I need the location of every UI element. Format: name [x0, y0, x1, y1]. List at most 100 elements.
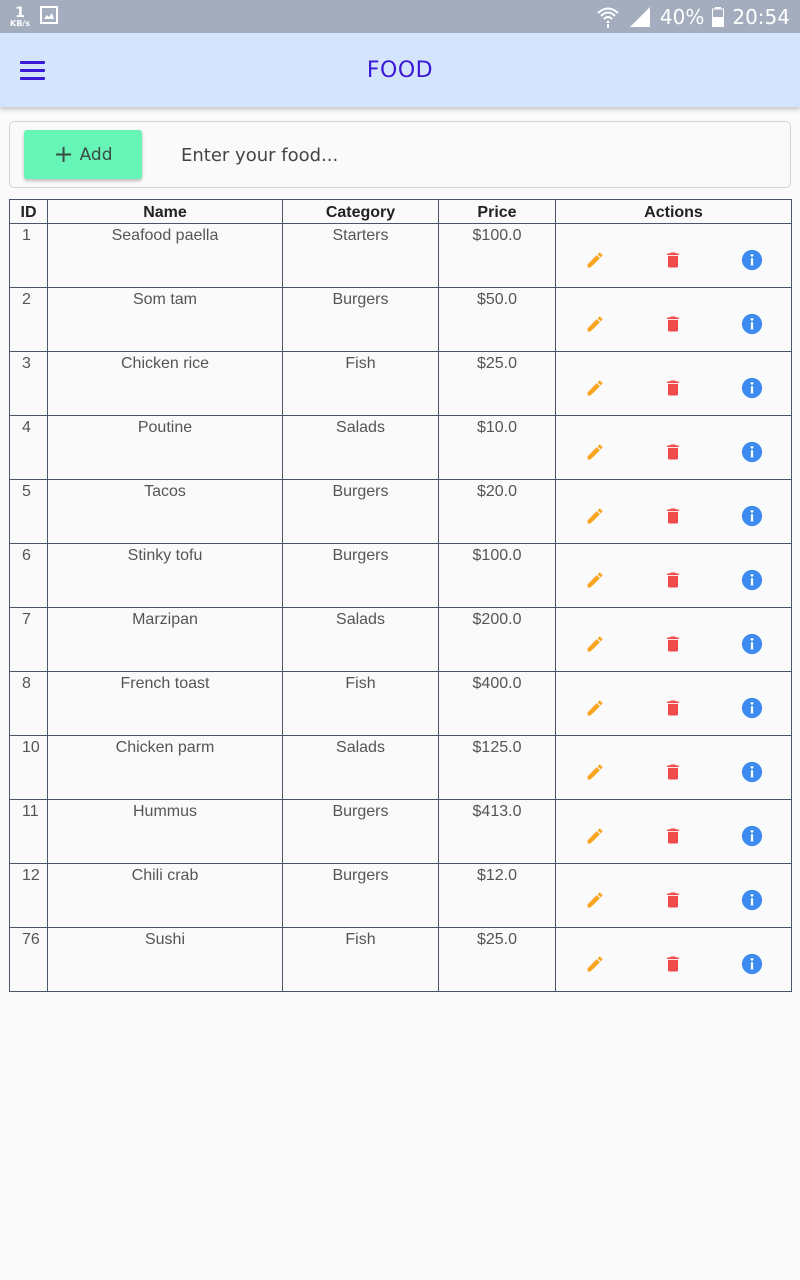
- cell-category: Salads: [282, 607, 439, 672]
- info-icon[interactable]: [737, 245, 767, 275]
- table-row: 3 Chicken rice Fish $25.0: [9, 351, 792, 416]
- battery-icon: [712, 6, 725, 27]
- cell-name: Chicken parm: [47, 735, 283, 800]
- plus-icon: +: [53, 139, 74, 168]
- table-row: 6 Stinky tofu Burgers $100.0: [9, 543, 792, 608]
- edit-pencil-icon[interactable]: [580, 565, 610, 595]
- header-category: Category: [282, 199, 439, 224]
- cell-price: $12.0: [438, 863, 556, 928]
- cell-id: 7: [9, 607, 48, 672]
- info-icon[interactable]: [737, 629, 767, 659]
- info-icon[interactable]: [737, 693, 767, 723]
- edit-pencil-icon[interactable]: [580, 437, 610, 467]
- edit-pencil-icon[interactable]: [580, 885, 610, 915]
- row-actions: [556, 483, 791, 543]
- header-price: Price: [438, 199, 556, 224]
- edit-pencil-icon[interactable]: [580, 309, 610, 339]
- delete-trash-icon[interactable]: [658, 949, 688, 979]
- cell-name: Som tam: [47, 287, 283, 352]
- food-table: ID Name Category Price Actions 1 Seafood …: [9, 199, 792, 992]
- cell-actions: [555, 351, 792, 416]
- delete-trash-icon[interactable]: [658, 565, 688, 595]
- cell-name: Poutine: [47, 415, 283, 480]
- image-notification-icon: [39, 5, 58, 28]
- edit-pencil-icon[interactable]: [580, 501, 610, 531]
- table-row: 8 French toast Fish $400.0: [9, 671, 792, 736]
- cell-name: Chili crab: [47, 863, 283, 928]
- cell-category: Burgers: [282, 863, 439, 928]
- header-id: ID: [9, 199, 48, 224]
- cell-id: 1: [9, 223, 48, 288]
- cell-price: $125.0: [438, 735, 556, 800]
- signal-icon: [628, 6, 652, 28]
- status-bar: 1 KB/s 40% 20:54: [0, 0, 800, 33]
- row-actions: [556, 355, 791, 415]
- cell-price: $200.0: [438, 607, 556, 672]
- info-icon[interactable]: [737, 949, 767, 979]
- delete-trash-icon[interactable]: [658, 629, 688, 659]
- row-actions: [556, 291, 791, 351]
- edit-pencil-icon[interactable]: [580, 373, 610, 403]
- delete-trash-icon[interactable]: [658, 821, 688, 851]
- cell-name: French toast: [47, 671, 283, 736]
- add-button[interactable]: + Add: [24, 130, 142, 179]
- edit-pencil-icon[interactable]: [580, 629, 610, 659]
- info-icon[interactable]: [737, 757, 767, 787]
- edit-pencil-icon[interactable]: [580, 949, 610, 979]
- cell-id: 3: [9, 351, 48, 416]
- cell-actions: [555, 543, 792, 608]
- info-icon[interactable]: [737, 885, 767, 915]
- table-row: 1 Seafood paella Starters $100.0: [9, 223, 792, 288]
- battery-percent: 40%: [659, 4, 705, 29]
- info-icon[interactable]: [737, 373, 767, 403]
- cell-category: Burgers: [282, 543, 439, 608]
- food-input[interactable]: [175, 136, 765, 174]
- cell-actions: [555, 607, 792, 672]
- edit-pencil-icon[interactable]: [580, 821, 610, 851]
- cell-price: $50.0: [438, 287, 556, 352]
- delete-trash-icon[interactable]: [658, 309, 688, 339]
- edit-pencil-icon[interactable]: [580, 245, 610, 275]
- edit-pencil-icon[interactable]: [580, 693, 610, 723]
- cell-price: $25.0: [438, 351, 556, 416]
- info-icon[interactable]: [737, 437, 767, 467]
- cell-category: Fish: [282, 927, 439, 992]
- cell-name: Sushi: [47, 927, 283, 992]
- cell-name: Stinky tofu: [47, 543, 283, 608]
- delete-trash-icon[interactable]: [658, 693, 688, 723]
- edit-pencil-icon[interactable]: [580, 757, 610, 787]
- cell-id: 10: [9, 735, 48, 800]
- cell-actions: [555, 927, 792, 992]
- cell-category: Burgers: [282, 479, 439, 544]
- cell-actions: [555, 223, 792, 288]
- delete-trash-icon[interactable]: [658, 245, 688, 275]
- cell-actions: [555, 863, 792, 928]
- delete-trash-icon[interactable]: [658, 437, 688, 467]
- delete-trash-icon[interactable]: [658, 501, 688, 531]
- table-row: 2 Som tam Burgers $50.0: [9, 287, 792, 352]
- info-icon[interactable]: [737, 309, 767, 339]
- cell-name: Marzipan: [47, 607, 283, 672]
- info-icon[interactable]: [737, 565, 767, 595]
- header-name: Name: [47, 199, 283, 224]
- delete-trash-icon[interactable]: [658, 373, 688, 403]
- row-actions: [556, 931, 791, 991]
- cell-actions: [555, 287, 792, 352]
- cell-actions: [555, 671, 792, 736]
- info-icon[interactable]: [737, 821, 767, 851]
- cell-actions: [555, 735, 792, 800]
- cell-id: 8: [9, 671, 48, 736]
- network-speed-value: 1: [15, 4, 25, 21]
- table-row: 11 Hummus Burgers $413.0: [9, 799, 792, 864]
- row-actions: [556, 675, 791, 735]
- cell-category: Burgers: [282, 799, 439, 864]
- hamburger-menu-icon[interactable]: [20, 55, 54, 85]
- page-title: FOOD: [366, 57, 434, 83]
- delete-trash-icon[interactable]: [658, 757, 688, 787]
- app-bar: FOOD: [0, 33, 800, 107]
- delete-trash-icon[interactable]: [658, 885, 688, 915]
- cell-category: Salads: [282, 415, 439, 480]
- table-header-row: ID Name Category Price Actions: [9, 199, 792, 224]
- info-icon[interactable]: [737, 501, 767, 531]
- table-row: 4 Poutine Salads $10.0: [9, 415, 792, 480]
